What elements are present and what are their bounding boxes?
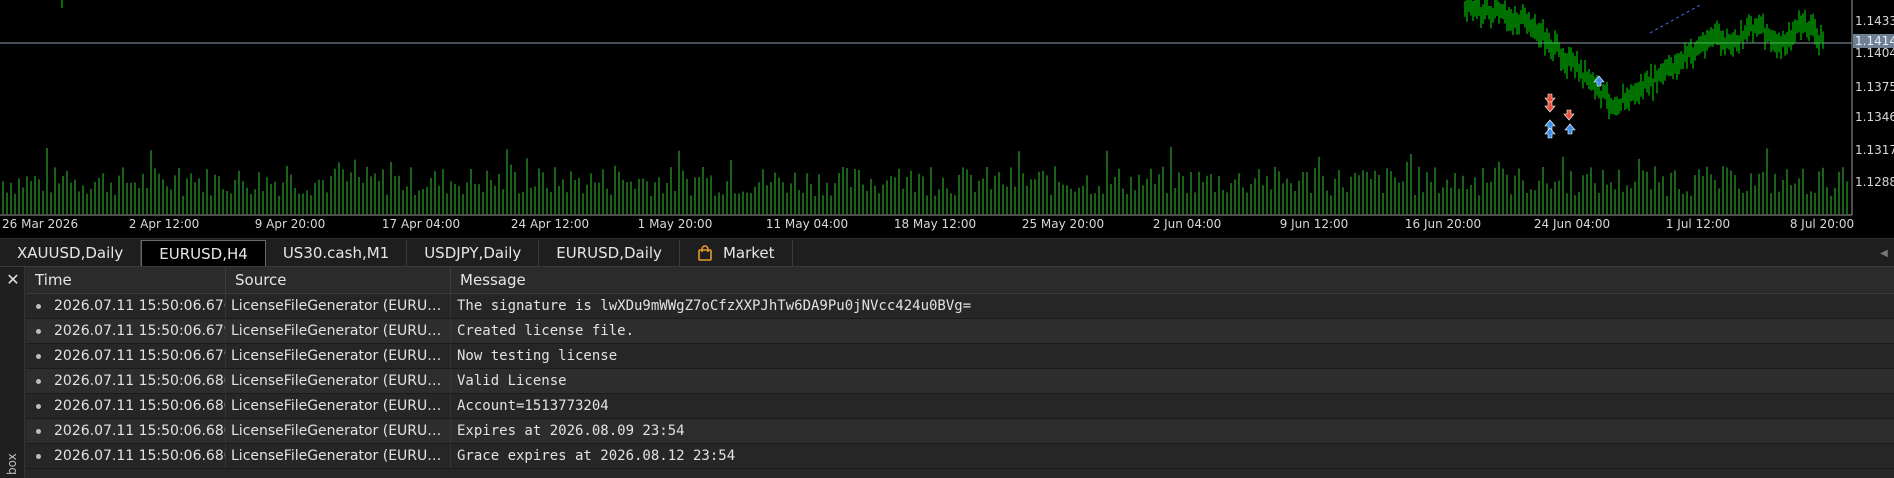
buy-arrow-icon	[1564, 123, 1576, 135]
row-source: LicenseFileGenerator (EURUSD,...	[226, 294, 451, 318]
toolbox-side-strip: ✕ box	[0, 267, 25, 478]
time-tick-label: 9 Jun 12:00	[1279, 217, 1349, 231]
row-message: The signature is lwXDu9mWWgZ7oCfzXXPJhTw…	[457, 298, 972, 314]
table-row[interactable]: 2026.07.11 15:50:06.679 LicenseFileGener…	[26, 344, 1894, 369]
time-tick-label: 1 May 20:00	[637, 217, 713, 231]
row-source: LicenseFileGenerator (EURUSD,...	[226, 444, 451, 468]
time-cell: 2026.07.11 15:50:06.680	[26, 419, 226, 443]
time-tick-label: 1 Jul 12:00	[1665, 217, 1731, 231]
time-tick-label: 2 Apr 12:00	[128, 217, 200, 231]
tab-usdjpy-daily[interactable]: USDJPY,Daily	[407, 240, 540, 266]
tab-label: US30.cash,M1	[282, 244, 390, 262]
row-source: LicenseFileGenerator (EURUSD,...	[226, 319, 451, 343]
time-cell: 2026.07.11 15:50:06.676	[26, 294, 226, 318]
table-row[interactable]: 2026.07.11 15:50:06.680 LicenseFileGener…	[26, 419, 1894, 444]
row-message: Now testing license	[457, 348, 618, 364]
price-tick-label: 1.1317	[1855, 143, 1894, 157]
tab-us30-cash-m1[interactable]: US30.cash,M1	[266, 240, 408, 266]
table-row[interactable]: 2026.07.11 15:50:06.680 LicenseFileGener…	[26, 369, 1894, 394]
tab-label: Market	[722, 244, 775, 262]
tabs-scroll-left-button[interactable]: ◀	[1874, 240, 1894, 266]
tab-label: EURUSD,H4	[159, 244, 248, 263]
time-tick-label: 8 Jul 20:00	[1789, 217, 1855, 231]
time-tick-label: 25 May 20:00	[1021, 217, 1105, 231]
table-row[interactable]: 2026.07.11 15:50:06.680 LicenseFileGener…	[26, 394, 1894, 419]
row-source: LicenseFileGenerator (EURUSD,...	[226, 419, 451, 443]
buy-arrow-icon	[1544, 127, 1556, 139]
table-row[interactable]: 2026.07.11 15:50:06.680 LicenseFileGener…	[26, 444, 1894, 469]
close-toolbox-button[interactable]: ✕	[4, 271, 22, 289]
row-message: Valid License	[457, 373, 567, 389]
row-time: 2026.07.11 15:50:06.679	[54, 323, 226, 339]
bullet-icon	[36, 378, 41, 384]
close-icon: ✕	[6, 270, 20, 289]
price-tick-label: 1.1375	[1855, 80, 1894, 94]
time-tick-label: 9 Apr 20:00	[254, 217, 326, 231]
chart-tabs-bar: XAUUSD,Daily EURUSD,H4 US30.cash,M1 USDJ…	[0, 238, 1894, 266]
tab-market[interactable]: Market	[680, 240, 793, 266]
table-row[interactable]: 2026.07.11 15:50:06.679 LicenseFileGener…	[26, 319, 1894, 344]
chevron-left-icon: ◀	[1880, 247, 1888, 259]
row-time: 2026.07.11 15:50:06.680	[54, 398, 226, 414]
row-time: 2026.07.11 15:50:06.680	[54, 448, 226, 464]
journal-header: Time Source Message	[26, 267, 1894, 294]
time-cell: 2026.07.11 15:50:06.679	[26, 319, 226, 343]
row-message: Created license file.	[457, 323, 635, 339]
bullet-icon	[36, 328, 41, 334]
tab-xauusd-daily[interactable]: XAUUSD,Daily	[0, 240, 142, 266]
trend-line	[1649, 4, 1701, 34]
time-tick-label: 11 May 04:00	[765, 217, 849, 231]
price-tick-label: 1.1404	[1855, 46, 1894, 60]
column-header-time[interactable]: Time	[26, 267, 226, 293]
tab-label: XAUUSD,Daily	[17, 244, 124, 262]
shopping-bag-icon	[698, 245, 712, 261]
time-cell: 2026.07.11 15:50:06.680	[26, 394, 226, 418]
journal-table: Time Source Message 2026.07.11 15:50:06.…	[26, 267, 1894, 478]
bullet-icon	[36, 428, 41, 434]
toolbox-caption: box	[5, 453, 19, 475]
table-row[interactable]: 2026.07.11 15:50:06.676 LicenseFileGener…	[26, 294, 1894, 319]
price-tick-label: 1.1288	[1855, 175, 1894, 189]
row-time: 2026.07.11 15:50:06.679	[54, 348, 226, 364]
bullet-icon	[36, 453, 41, 459]
row-time: 2026.07.11 15:50:06.676	[54, 298, 226, 314]
row-source: LicenseFileGenerator (EURUSD,...	[226, 369, 451, 393]
sell-arrow-icon	[1563, 109, 1575, 121]
column-header-source[interactable]: Source	[226, 267, 451, 293]
time-tick-label: 24 Jun 04:00	[1533, 217, 1611, 231]
price-chart[interactable]: 1.1433 1.1414 1.1404 1.1375 1.1346 1.1317 1.12…	[0, 0, 1894, 238]
row-source: LicenseFileGenerator (EURUSD,...	[226, 344, 451, 368]
row-message: Grace expires at 2026.08.12 23:54	[457, 448, 736, 464]
bullet-icon	[36, 353, 41, 359]
bullet-icon	[36, 403, 41, 409]
tab-eurusd-h4[interactable]: EURUSD,H4	[141, 240, 266, 266]
time-cell: 2026.07.11 15:50:06.679	[26, 344, 226, 368]
tab-label: USDJPY,Daily	[424, 244, 522, 262]
chart-canvas[interactable]	[0, 0, 1894, 238]
row-message: Expires at 2026.08.09 23:54	[457, 423, 685, 439]
row-time: 2026.07.11 15:50:06.680	[54, 423, 226, 439]
tab-label: EURUSD,Daily	[556, 244, 662, 262]
toolbox-panel: ✕ box Time Source Message 2026.07.11 15:…	[0, 266, 1894, 478]
time-tick-label: 18 May 12:00	[893, 217, 977, 231]
time-tick-label: 16 Jun 20:00	[1404, 217, 1482, 231]
time-cell: 2026.07.11 15:50:06.680	[26, 369, 226, 393]
journal-body: 2026.07.11 15:50:06.676 LicenseFileGener…	[26, 294, 1894, 469]
time-tick-label: 26 Mar 2026	[2, 217, 79, 231]
row-message: Account=1513773204	[457, 398, 609, 414]
price-tick-label: 1.1346	[1855, 110, 1894, 124]
time-tick-label: 17 Apr 04:00	[381, 217, 461, 231]
bullet-icon	[36, 303, 41, 309]
tab-eurusd-daily[interactable]: EURUSD,Daily	[539, 240, 680, 266]
row-time: 2026.07.11 15:50:06.680	[54, 373, 226, 389]
price-tick-label: 1.1433	[1855, 14, 1894, 28]
time-cell: 2026.07.11 15:50:06.680	[26, 444, 226, 468]
time-tick-label: 2 Jun 04:00	[1152, 217, 1222, 231]
sell-arrow-icon	[1544, 101, 1556, 113]
row-source: LicenseFileGenerator (EURUSD,...	[226, 394, 451, 418]
time-tick-label: 24 Apr 12:00	[510, 217, 590, 231]
column-header-message[interactable]: Message	[451, 267, 1894, 293]
